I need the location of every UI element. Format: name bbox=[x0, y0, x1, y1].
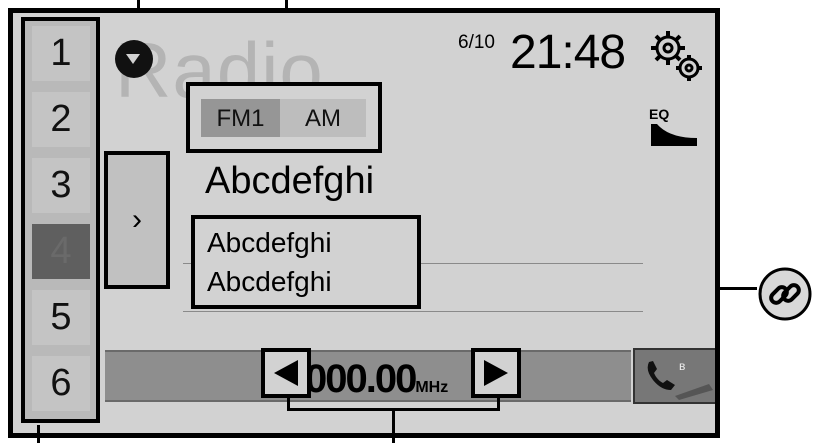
source-indicator-icon bbox=[115, 40, 153, 78]
expand-button[interactable]: › bbox=[104, 151, 170, 289]
station-name: Abcdefghi bbox=[205, 160, 375, 202]
triangle-right-icon bbox=[484, 360, 508, 386]
chevron-right-icon: › bbox=[132, 203, 142, 236]
gear-icon[interactable] bbox=[648, 28, 706, 86]
info-line: Abcdefghi bbox=[207, 227, 332, 258]
preset-5[interactable]: 5 bbox=[32, 290, 90, 345]
band-selector: FM1 AM bbox=[186, 82, 382, 153]
frequency-unit: MHz bbox=[415, 379, 449, 396]
svg-text:ʙ: ʙ bbox=[679, 359, 685, 373]
callout-line bbox=[392, 408, 395, 443]
triangle-left-icon bbox=[274, 360, 298, 386]
band-fm1-tab[interactable]: FM1 bbox=[201, 99, 280, 137]
preset-3[interactable]: 3 bbox=[32, 158, 90, 213]
seek-prev-button[interactable] bbox=[261, 348, 311, 398]
frequency-value: 000.00 bbox=[305, 357, 417, 401]
callout-line bbox=[37, 425, 40, 443]
preset-4[interactable]: 4 bbox=[32, 224, 90, 279]
phone-bluetooth-icon: ʙ bbox=[647, 359, 713, 400]
info-line: Abcdefghi bbox=[207, 266, 332, 297]
link-icon bbox=[758, 267, 812, 321]
preset-list: 1 2 3 4 5 6 bbox=[21, 17, 100, 423]
preset-2[interactable]: 2 bbox=[32, 92, 90, 147]
frequency-display: 000.00MHz bbox=[305, 357, 473, 402]
band-am-tab[interactable]: AM bbox=[280, 99, 366, 137]
eq-icon[interactable]: EQ bbox=[649, 106, 699, 150]
seek-next-button[interactable] bbox=[471, 348, 521, 398]
divider bbox=[183, 311, 643, 312]
clock: 21:48 bbox=[510, 26, 626, 79]
preset-1[interactable]: 1 bbox=[32, 26, 90, 81]
phone-button[interactable]: ʙ bbox=[633, 348, 715, 404]
info-panel: Abcdefghi Abcdefghi bbox=[191, 215, 421, 309]
preset-6[interactable]: 6 bbox=[32, 356, 90, 411]
date: 6/10 bbox=[458, 32, 495, 53]
